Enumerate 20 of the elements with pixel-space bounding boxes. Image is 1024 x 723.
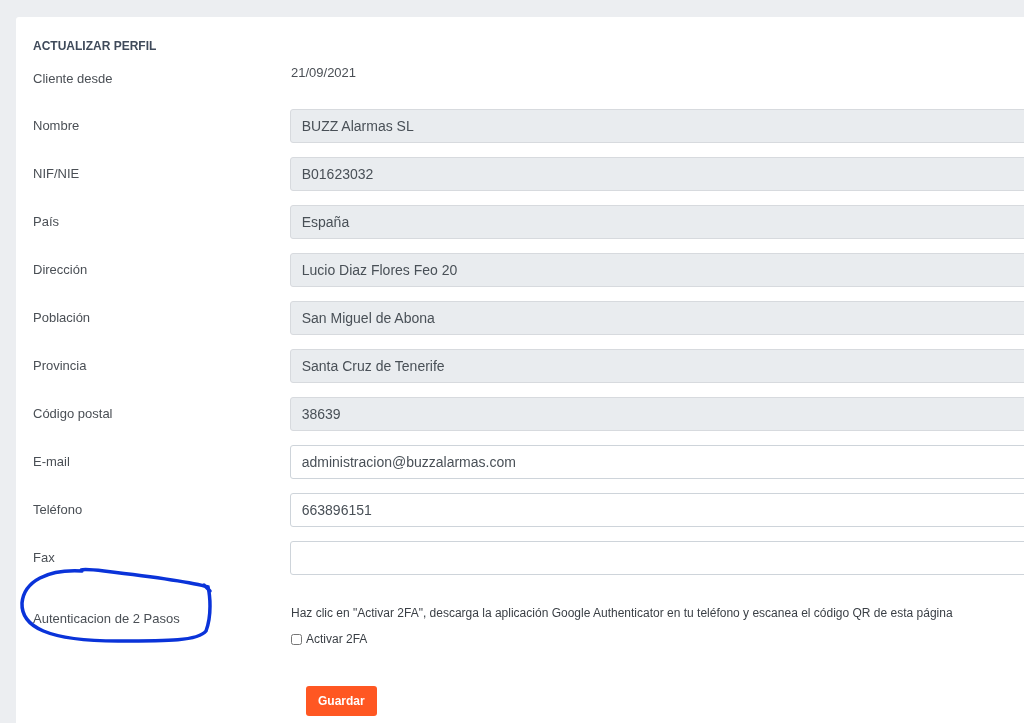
field-label: NIF/NIE [33, 165, 81, 184]
field-label: Teléfono [33, 501, 84, 520]
help-text: Haz clic en "Activar 2FA", descarga la aplicación Google Authenticator en tu teléfono y escanea el código QR de esta página [291, 605, 953, 622]
field-label: E-mail [33, 453, 71, 472]
input-field[interactable]: 663896151 [289, 493, 1024, 527]
field-label: Cliente desde [33, 70, 114, 88]
field-value: 21/09/2021 [291, 64, 357, 82]
field-label: Dirección [33, 261, 89, 280]
field-label: Población [33, 309, 92, 328]
input-field[interactable]: administracion@buzzalarmas.com [289, 445, 1024, 479]
section-title: ACTUALIZAR PERFIL [33, 38, 158, 55]
checkbox[interactable] [291, 633, 302, 645]
field-label: Nombre [33, 117, 81, 136]
checkbox-label: Activar 2FA [306, 631, 368, 648]
input-field[interactable] [289, 541, 1024, 575]
field-label: Autenticacion de 2 Pasos [33, 611, 180, 626]
field-label: Código postal [33, 405, 114, 424]
field-label: Provincia [33, 357, 88, 376]
field-label: Fax [33, 549, 56, 568]
field-label: País [33, 213, 60, 232]
